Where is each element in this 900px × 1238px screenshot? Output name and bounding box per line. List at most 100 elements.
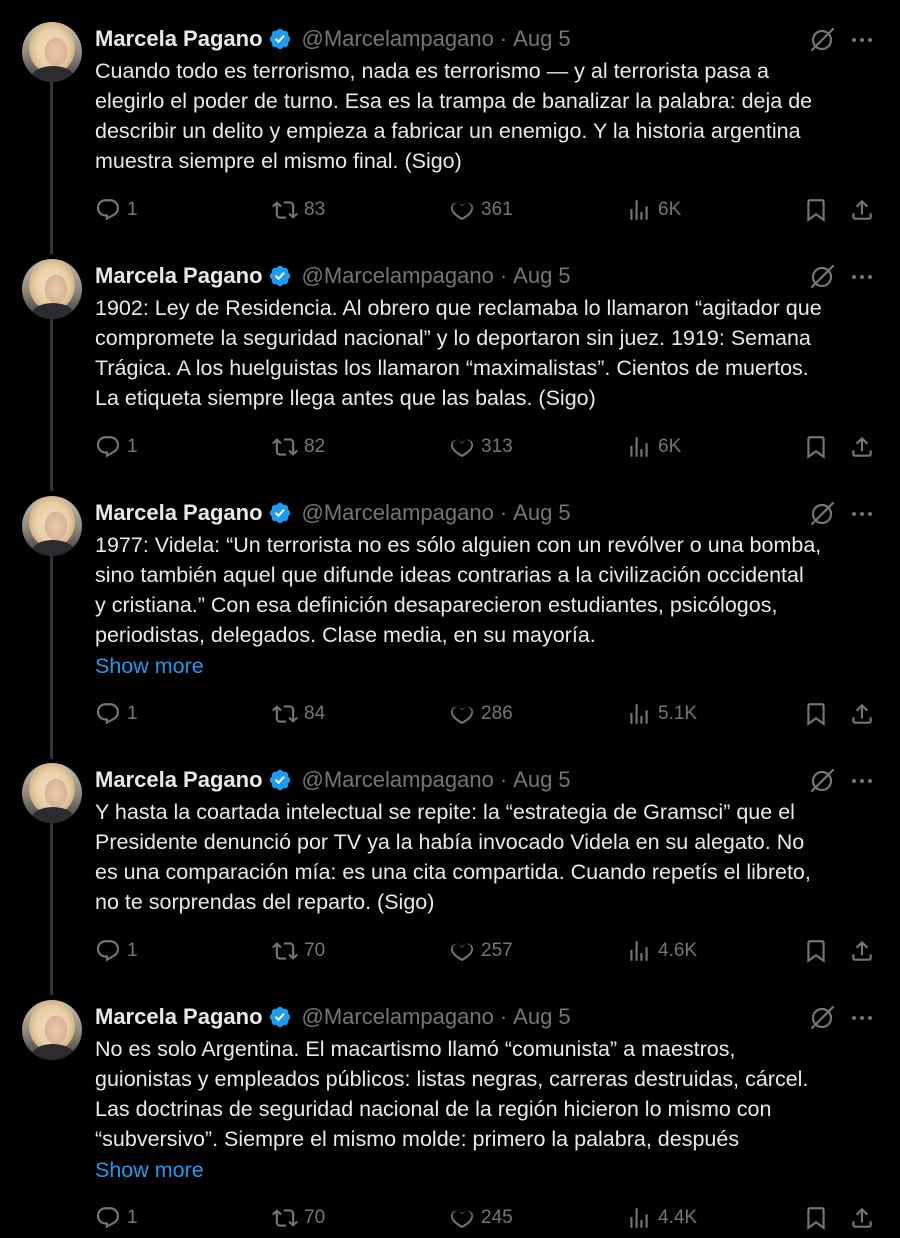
share-icon — [852, 703, 872, 724]
views-icon — [630, 200, 648, 220]
verified-badge-icon — [268, 501, 292, 525]
tweet-date[interactable]: Aug 5 — [513, 767, 571, 793]
like-button[interactable]: 286 — [449, 699, 513, 729]
like-button[interactable]: 313 — [449, 432, 513, 462]
author-name[interactable]: Marcela Pagano — [95, 1004, 263, 1030]
tweet-text: Y hasta la coartada intelectual se repit… — [95, 797, 885, 917]
tweet-text-line: Y hasta la coartada intelectual se repit… — [95, 800, 795, 824]
grok-icon[interactable] — [808, 26, 836, 54]
more-icon[interactable] — [848, 26, 876, 54]
bookmark-icon — [807, 436, 825, 459]
tweet-text-line: y cristiana.” Con esa definición desapar… — [95, 593, 778, 617]
views-button[interactable]: 5.1K — [626, 699, 697, 729]
author-handle[interactable]: @Marcelampagano — [302, 26, 494, 52]
repost-count: 70 — [304, 1207, 326, 1228]
views-icon — [630, 941, 648, 961]
repost-icon — [272, 942, 298, 960]
repost-icon — [272, 705, 298, 723]
bookmark-button[interactable] — [803, 1203, 829, 1233]
more-icon[interactable] — [848, 263, 876, 291]
show-more-link[interactable]: Show more — [95, 651, 204, 681]
reply-count: 1 — [127, 703, 138, 724]
views-count: 4.6K — [658, 940, 698, 961]
grok-icon[interactable] — [808, 1004, 836, 1032]
views-button[interactable]: 6K — [626, 195, 681, 225]
views-button[interactable]: 6K — [626, 432, 681, 462]
author-name[interactable]: Marcela Pagano — [95, 263, 263, 289]
reply-button[interactable]: 1 — [95, 699, 138, 729]
tweet-date[interactable]: Aug 5 — [513, 263, 571, 289]
views-button[interactable]: 4.4K — [626, 1203, 697, 1233]
author-handle[interactable]: @Marcelampagano — [302, 1004, 494, 1030]
bookmark-button[interactable] — [803, 195, 829, 225]
avatar[interactable] — [22, 1000, 82, 1060]
tweet-text-line: compromete la seguridad nacional” y lo d… — [95, 326, 811, 350]
tweet-text-line: sino también aquel que difunde ideas con… — [95, 563, 804, 587]
avatar[interactable] — [22, 763, 82, 823]
tweet-text-line: 1902: Ley de Residencia. Al obrero que r… — [95, 296, 822, 320]
views-icon — [630, 704, 648, 724]
tweet-date[interactable]: Aug 5 — [513, 500, 571, 526]
reply-button[interactable]: 1 — [95, 432, 138, 462]
reply-icon — [96, 703, 120, 725]
share-button[interactable] — [849, 1203, 875, 1233]
grok-icon[interactable] — [808, 263, 836, 291]
repost-count: 83 — [304, 199, 326, 220]
repost-button[interactable]: 83 — [272, 195, 325, 225]
like-button[interactable]: 257 — [449, 936, 513, 966]
author-handle[interactable]: @Marcelampagano — [302, 767, 494, 793]
views-count: 6K — [658, 199, 682, 220]
repost-button[interactable]: 70 — [272, 1203, 325, 1233]
repost-button[interactable]: 84 — [272, 699, 325, 729]
tweet-text-line: Presidente denunció por TV ya la había i… — [95, 830, 805, 854]
share-button[interactable] — [849, 699, 875, 729]
repost-button[interactable]: 70 — [272, 936, 325, 966]
tweet-text-line: Cuando todo es terrorismo, nada es terro… — [95, 59, 769, 83]
bookmark-button[interactable] — [803, 432, 829, 462]
author-name[interactable]: Marcela Pagano — [95, 767, 263, 793]
bookmark-button[interactable] — [803, 699, 829, 729]
more-icon[interactable] — [848, 767, 876, 795]
tweet-actions: 1 83 361 6K — [0, 195, 900, 225]
bookmark-icon — [807, 703, 825, 726]
reply-icon — [96, 436, 120, 458]
verified-badge-icon — [268, 1005, 292, 1029]
grok-icon[interactable] — [808, 767, 836, 795]
verified-badge-icon — [268, 27, 292, 51]
views-icon — [630, 437, 648, 457]
share-button[interactable] — [849, 936, 875, 966]
reply-icon — [96, 1207, 120, 1229]
reply-count: 1 — [127, 940, 138, 961]
reply-button[interactable]: 1 — [95, 195, 138, 225]
tweet-date[interactable]: Aug 5 — [513, 1004, 571, 1030]
avatar[interactable] — [22, 22, 82, 82]
more-icon[interactable] — [848, 1004, 876, 1032]
avatar[interactable] — [22, 259, 82, 319]
tweet-text-line: describir un delito y empieza a fabricar… — [95, 119, 801, 143]
author-handle[interactable]: @Marcelampagano — [302, 263, 494, 289]
grok-icon[interactable] — [808, 500, 836, 528]
reply-button[interactable]: 1 — [95, 1203, 138, 1233]
share-button[interactable] — [849, 195, 875, 225]
like-count: 361 — [481, 199, 513, 220]
bookmark-icon — [807, 940, 825, 963]
like-button[interactable]: 245 — [449, 1203, 513, 1233]
thread-line — [50, 319, 53, 491]
show-more-link[interactable]: Show more — [95, 1155, 204, 1185]
repost-button[interactable]: 82 — [272, 432, 325, 462]
heart-icon — [450, 943, 474, 962]
author-handle[interactable]: @Marcelampagano — [302, 500, 494, 526]
tweet-text: Cuando todo es terrorismo, nada es terro… — [95, 56, 885, 176]
tweet-date[interactable]: Aug 5 — [513, 26, 571, 52]
views-icon — [630, 1208, 648, 1228]
avatar[interactable] — [22, 496, 82, 556]
author-name[interactable]: Marcela Pagano — [95, 500, 263, 526]
share-button[interactable] — [849, 432, 875, 462]
like-button[interactable]: 361 — [449, 195, 513, 225]
more-icon[interactable] — [848, 500, 876, 528]
author-name[interactable]: Marcela Pagano — [95, 26, 263, 52]
reply-button[interactable]: 1 — [95, 936, 138, 966]
reply-icon — [96, 940, 120, 962]
bookmark-button[interactable] — [803, 936, 829, 966]
views-button[interactable]: 4.6K — [626, 936, 697, 966]
